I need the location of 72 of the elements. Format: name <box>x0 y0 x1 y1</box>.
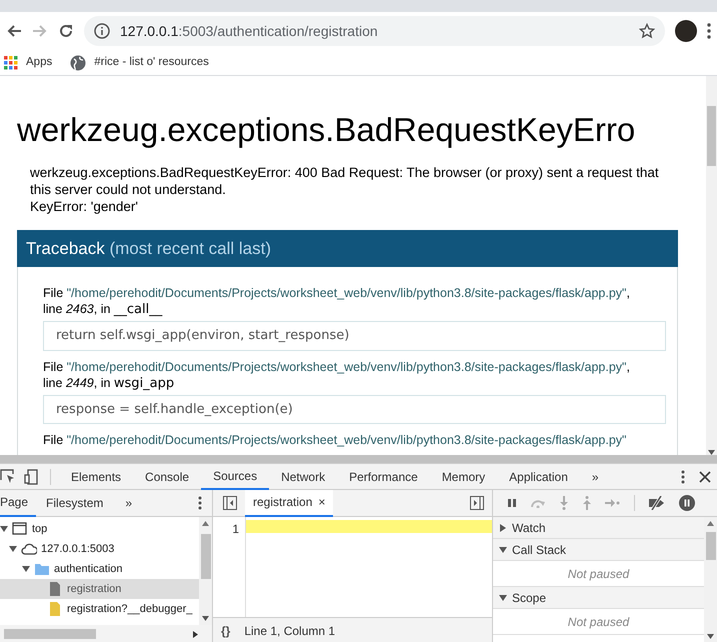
star-icon[interactable] <box>639 23 655 39</box>
expanded-arrow-icon <box>499 594 507 602</box>
line-number: 1 <box>232 522 239 536</box>
scroll-up-icon[interactable] <box>202 521 209 526</box>
expanded-arrow-icon <box>9 545 17 553</box>
scroll-up-icon[interactable] <box>707 521 714 526</box>
tree-item[interactable]: authentication <box>0 559 199 579</box>
section-header[interactable]: Watch <box>493 517 704 539</box>
tree-item[interactable]: top <box>0 519 199 539</box>
cloud-icon <box>21 541 37 557</box>
folder-icon <box>34 561 50 577</box>
url-text: 127.0.0.1:5003/authentication/registration <box>120 22 379 41</box>
pause-icon[interactable] <box>507 498 517 508</box>
editor-tab[interactable]: registration × <box>245 490 334 516</box>
close-tab-button[interactable]: × <box>318 493 326 511</box>
devtools-tab[interactable]: Application <box>497 464 580 490</box>
reload-icon[interactable] <box>58 23 74 39</box>
scrollbar-thumb[interactable] <box>200 534 210 579</box>
scrollbar-thumb[interactable] <box>4 629 96 639</box>
section-header[interactable]: Call Stack <box>493 539 704 561</box>
more-tabs-button[interactable]: » <box>113 490 144 516</box>
tree-item[interactable]: 127.0.0.1:5003 <box>0 539 199 559</box>
scrollbar-thumb[interactable] <box>707 106 716 166</box>
devtools-tab[interactable]: Elements <box>59 464 134 490</box>
horizontal-scrollbar[interactable] <box>0 455 717 463</box>
traceback-heading: Traceback (most recent call last) <box>17 230 678 268</box>
cursor-position: Line 1, Column 1 <box>244 622 336 640</box>
bookmark-link[interactable]: Apps <box>26 54 52 72</box>
devtools-tab[interactable]: Memory <box>430 464 498 490</box>
error-message: werkzeug.exceptions.BadRequestKeyError: 400 Bad Request: The browser (or proxy) sent a request that this server could not understand. KeyError: 'gender' <box>30 164 660 215</box>
navigator-tab[interactable]: Filesystem <box>36 490 114 516</box>
globe-icon[interactable] <box>70 54 86 70</box>
address-bar[interactable]: 127.0.0.1:5003/authentication/registration <box>84 16 665 46</box>
avatar-icon[interactable] <box>675 20 697 42</box>
frame-location: File "/home/perehodit/Documents/Projects/worksheet_web/venv/lib/python3.8/site-packages/flask/app.py", line 2463, in __call__ <box>43 285 631 318</box>
tree-item[interactable]: registration <box>0 579 199 599</box>
devtools-tab[interactable]: Network <box>269 464 338 490</box>
toggle-navigator-icon[interactable] <box>223 496 237 510</box>
file-icon <box>47 601 63 617</box>
collapsed-arrow-icon <box>499 524 507 532</box>
scroll-down-icon[interactable] <box>707 634 714 639</box>
file-icon <box>47 581 63 597</box>
device-toolbar-icon[interactable] <box>24 468 38 484</box>
tree-item[interactable]: registration?__debugger_ <box>0 599 199 619</box>
info-icon <box>94 23 110 39</box>
scroll-down-icon[interactable] <box>202 616 209 621</box>
frame-location: File "/home/perehodit/Documents/Projects/worksheet_web/venv/lib/python3.8/site-packages/flask/app.py", line 2449, in wsgi_app <box>43 358 631 392</box>
window-icon <box>12 521 28 537</box>
close-icon[interactable] <box>699 470 711 482</box>
menu-icon[interactable] <box>681 470 685 484</box>
pause-on-exceptions-icon[interactable] <box>679 495 695 511</box>
section-header[interactable]: Scope <box>493 587 704 609</box>
menu-icon[interactable] <box>707 23 711 39</box>
toggle-debugger-icon[interactable] <box>470 496 484 510</box>
expanded-arrow-icon <box>22 565 30 573</box>
scroll-right-icon[interactable] <box>193 630 198 638</box>
bookmark-link[interactable]: #rice - list o' resources <box>94 54 209 72</box>
devtools-tab[interactable]: Console <box>133 464 202 490</box>
deactivate-breakpoints-icon[interactable] <box>648 496 666 510</box>
apps-grid-icon[interactable] <box>4 56 18 70</box>
error-title: werkzeug.exceptions.BadRequestKeyErro <box>17 110 636 150</box>
expanded-arrow-icon <box>499 546 507 554</box>
inspect-icon[interactable] <box>0 468 16 484</box>
devtools-tab[interactable]: Performance <box>337 464 430 490</box>
navigator-tab[interactable]: Page <box>0 490 36 516</box>
back-icon[interactable] <box>6 23 22 39</box>
scrollbar-thumb[interactable] <box>706 532 716 560</box>
more-tabs-button[interactable]: » <box>580 464 611 490</box>
frame-location: File "/home/perehodit/Documents/Projects/worksheet_web/venv/lib/python3.8/site-packages/flask/app.py" <box>43 432 628 448</box>
pretty-print-button[interactable]: {} <box>221 622 230 640</box>
expanded-arrow-icon <box>0 525 8 533</box>
menu-icon[interactable] <box>198 496 202 510</box>
